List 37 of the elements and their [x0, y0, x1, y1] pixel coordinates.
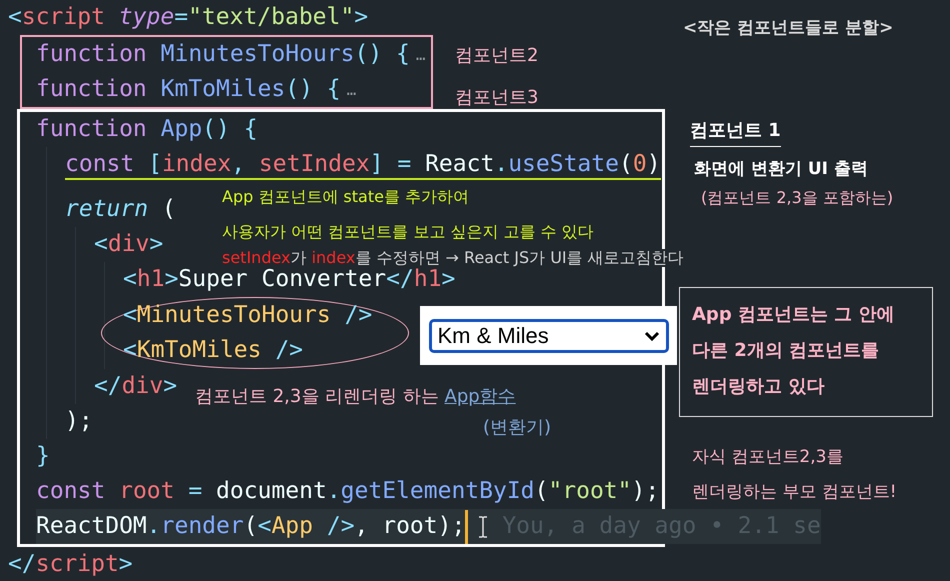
code-line: </script>: [8, 550, 133, 578]
code-line: <div>: [94, 230, 164, 258]
annotation-link[interactable]: App함수: [444, 386, 516, 407]
chevron-down-icon: [644, 330, 660, 340]
unit-dropdown[interactable]: Km & Miles: [428, 318, 668, 352]
ibeam-cursor-icon: [478, 516, 488, 538]
code-line: function App() {: [36, 114, 258, 144]
note-text: 다른 2개의 컴포넌트를: [692, 339, 880, 363]
annotation-text: 렌더링하는 부모 컴포넌트!: [692, 481, 897, 504]
component-label: 컴포넌트3: [455, 86, 538, 109]
annotation-text: 자식 컴포넌트2,3를: [692, 446, 844, 469]
annotation-text: App 컴포넌트에 state를 추가하여: [222, 187, 470, 208]
code-line: ReactDOM.render(<App />, root);: [36, 512, 466, 540]
fold-ellipsis[interactable]: …: [346, 72, 356, 107]
code-line: function MinutesToHours() {: [36, 40, 410, 68]
code-line: return (: [65, 194, 176, 224]
note-subtitle: 화면에 변환기 UI 출력: [694, 158, 868, 180]
annotation-text: (변환기): [483, 416, 552, 439]
code-line: const [index, setIndex] = React.useState(0): [65, 150, 661, 180]
annotation-text: 컴포넌트 2,3을 리렌더링 하는 App함수: [195, 385, 516, 408]
code-line: const root = document.getElementById("root");: [36, 476, 660, 506]
note-text: App 컴포넌트는 그 안에: [692, 303, 896, 327]
code-line: </div>: [94, 372, 178, 400]
code-line: );: [65, 406, 93, 436]
code-line: <h1>Super Converter</h1>: [123, 266, 456, 294]
note-title: 컴포넌트 1: [690, 118, 781, 147]
fold-ellipsis[interactable]: …: [416, 37, 426, 72]
component-label: 컴포넌트2: [455, 44, 538, 67]
note-text: 렌더링하고 있다: [692, 375, 826, 399]
annotation-text: setIndex가 index를 수정하면 → React JS가 UI를 새로고침한다: [222, 249, 684, 267]
annotation-text: 사용자가 어떤 컴포넌트를 보고 싶은지 고를 수 있다: [222, 222, 594, 243]
code-line: }: [36, 442, 50, 470]
slide-heading: <작은 컴포넌트들로 분할>: [683, 17, 894, 39]
code-line: function KmToMiles() {: [36, 74, 341, 104]
note-detail: (컴포넌트 2,3을 포함하는): [701, 188, 894, 209]
text-cursor: [465, 510, 468, 544]
code-line: <script type="text/babel">: [8, 2, 368, 32]
